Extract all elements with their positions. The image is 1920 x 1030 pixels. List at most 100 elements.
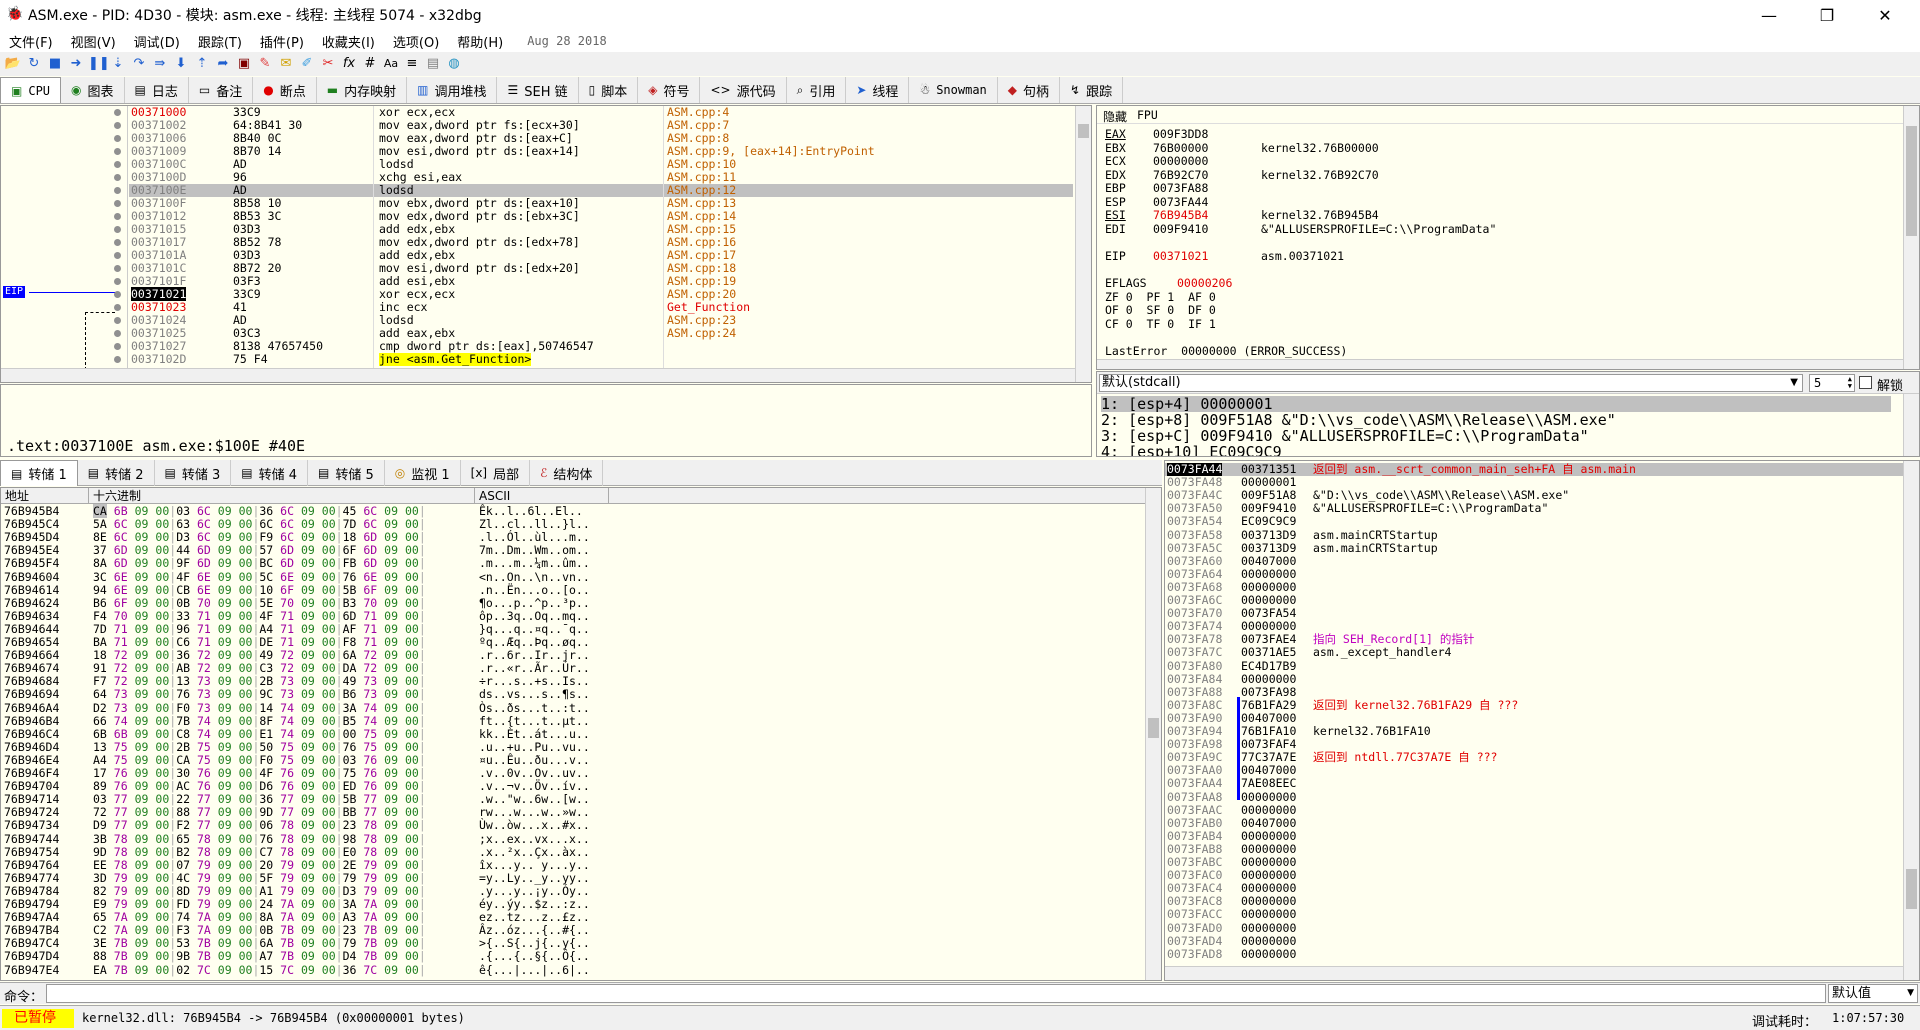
tab-call-stack[interactable]: ▥ 调用堆栈 [407, 77, 498, 103]
stack-row[interactable]: 0073FAB8 00000000 [1165, 842, 1903, 856]
stack-row[interactable]: 0073FA64 00000000 [1165, 567, 1903, 581]
tab-struct[interactable]: ℰ 结构体 [530, 460, 604, 486]
register-row[interactable]: EBP 0073FA88 [1105, 182, 1895, 195]
stack-row[interactable]: 0073FAC0 00000000 [1165, 869, 1903, 882]
stack-row[interactable]: 0073FA80 EC4D17B9 [1165, 659, 1903, 673]
tab-breakpoints[interactable]: ● 断点 [253, 77, 317, 103]
stack-row[interactable]: 0073FA78 0073FAE4 指向 SEH_Record[1] 的指针 [1165, 633, 1903, 646]
run-to-user-code-icon[interactable]: ➦ [214, 55, 232, 73]
tab-graph[interactable]: ◉ 图表 [61, 77, 125, 103]
disasm-row[interactable]: 00371024 AD lodsd ASM.cpp:23 [129, 314, 1073, 327]
menu-view[interactable]: 视图(V) [62, 32, 125, 51]
menu-options[interactable]: 选项(O) [384, 32, 448, 51]
stack-hscroll[interactable] [1165, 966, 1903, 980]
dump-row[interactable]: 76B94704 89 76 09 00|AC 76 09 00|D6 76 09… [1, 780, 641, 793]
menu-favourites[interactable]: 收藏夹(I) [313, 32, 384, 51]
dump-row[interactable]: 76B94604 3C 6E 09 00|4F 6E 09 00|5C 6E 09… [1, 570, 641, 584]
breakpoint-dot[interactable] [114, 265, 121, 272]
register-row[interactable]: EDX 76B92C70 kernel32.76B92C70 [1105, 168, 1895, 182]
disassembly-hscroll[interactable] [1, 368, 1075, 382]
trace-into-icon[interactable]: ⇛ [151, 55, 169, 73]
disasm-row[interactable]: 00371012 8B53 3C mov edx,dword ptr ds:[ebx… [129, 210, 1073, 223]
dump-row[interactable]: 76B94654 BA 71 09 00|C6 71 09 00|DE 71 09… [1, 636, 641, 649]
breakpoint-dot[interactable] [114, 148, 121, 155]
stack-row[interactable]: 0073FAAC 00000000 [1165, 803, 1903, 817]
dump-row[interactable]: 76B94714 03 77 09 00|22 77 09 00|36 77 09… [1, 793, 641, 806]
breakpoint-dot[interactable] [114, 317, 121, 324]
disasm-row[interactable]: 00371009 8B70 14 mov esi,dword ptr ds:[eax… [129, 145, 1073, 158]
disasm-row[interactable]: 0037101C 8B72 20 mov esi,dword ptr ds:[edx… [129, 262, 1073, 275]
breakpoint-dot[interactable] [114, 174, 121, 181]
breakpoint-dot[interactable] [114, 135, 121, 142]
tab-notes[interactable]: ▭ 备注 [189, 77, 254, 103]
disasm-row[interactable]: 00371023 41 inc ecx Get_Function [129, 301, 1073, 314]
disassembly-pane[interactable]: EIP 00371000 33C9 xor ecx,ecx ASM.cpp:4 0037… [0, 105, 1092, 383]
breakpoint-dot[interactable] [114, 304, 121, 311]
stack-row[interactable]: 0073FA4C 009F51A8 &"D:\\vs_code\\ASM\\Rele… [1165, 489, 1903, 502]
flags-row[interactable]: ZF 0 PF 1 AF 0 [1105, 290, 1216, 304]
register-row[interactable]: EBX 76B00000 kernel32.76B00000 [1105, 141, 1895, 155]
dump-row[interactable]: 76B94784 82 79 09 00|8D 79 09 00|A1 79 09… [1, 884, 641, 898]
hash-icon[interactable]: # [361, 55, 379, 73]
tab-dump-1[interactable]: ▤ 转储 1 [0, 460, 78, 486]
stack-row[interactable]: 0073FAC4 00000000 [1165, 882, 1903, 895]
breakpoint-dot[interactable] [114, 291, 121, 298]
stack-row[interactable]: 0073FACC 00000000 [1165, 908, 1903, 921]
dump-row[interactable]: 76B94624 B6 6F 09 00|0B 70 09 00|5E 70 09… [1, 596, 641, 610]
stack-row[interactable]: 0073FA9C 77C37A7E 返回到 ntdll.77C37A7E 自 ??? [1165, 751, 1903, 764]
tab-dump-2[interactable]: ▤ 转储 2 [78, 460, 155, 486]
breakpoint-dot[interactable] [114, 343, 121, 350]
stack-row[interactable]: 0073FA74 00000000 [1165, 620, 1903, 633]
registers-vscroll[interactable] [1903, 106, 1919, 369]
disasm-row[interactable]: 0037100C AD lodsd ASM.cpp:10 [129, 158, 1073, 171]
tab-dump-3[interactable]: ▤ 转储 3 [155, 460, 232, 486]
tab-seh-chain[interactable]: ☰ SEH 链 [497, 77, 579, 103]
stack-row[interactable]: 0073FA8C 76B1FA29 返回到 kernel32.76B1FA29 自 … [1165, 698, 1903, 712]
open-icon[interactable]: 📂 [4, 55, 22, 73]
register-row[interactable]: EDI 009F9410 &"ALLUSERSPROFILE=C:\\Program… [1105, 222, 1895, 236]
calling-convention-select[interactable]: 默认(stdcall) ▼ [1099, 374, 1803, 392]
dump-row[interactable]: 76B94634 F4 70 09 00|33 71 09 00|4F 71 09… [1, 609, 641, 623]
breakpoint-dot[interactable] [114, 226, 121, 233]
disasm-row[interactable]: 0037102D 75 F4 jne <asm.Get_Function> [129, 353, 1073, 366]
stack-pane[interactable]: 0073FA44 00371351 返回到 asm.__scrt_common_ma… [1164, 460, 1920, 981]
command-mode-select[interactable]: 默认值 ▼ [1828, 984, 1918, 1003]
stack-row[interactable]: 0073FA68 00000000 [1165, 580, 1903, 594]
minimize-button[interactable]: — [1740, 0, 1798, 30]
disasm-row[interactable]: 00371027 8138 47657450 cmp dword ptr ds:[e… [129, 340, 1073, 353]
trace-over-icon[interactable]: ⬇ [172, 55, 190, 73]
dump-row[interactable]: 76B94754 9D 78 09 00|B2 78 09 00|C7 78 09… [1, 845, 641, 859]
dump-row[interactable]: 76B946C4 6B 6B 09 00|C8 74 09 00|E1 74 09… [1, 727, 641, 741]
stack-row[interactable]: 0073FAB0 00407000 [1165, 816, 1903, 830]
stack-row[interactable]: 0073FA94 76B1FA10 kernel32.76B1FA10 [1165, 725, 1903, 738]
dump-row[interactable]: 76B94744 3B 78 09 00|65 78 09 00|76 78 09… [1, 832, 641, 846]
disasm-row[interactable]: 00371021 33C9 xor ecx,ecx ASM.cpp:20 [129, 287, 1073, 301]
dump-row[interactable]: 76B946A4 D2 73 09 00|F0 73 09 00|14 74 09… [1, 701, 641, 715]
registers-hscroll[interactable] [1097, 359, 1903, 369]
tab-threads[interactable]: ➤ 线程 [846, 77, 910, 103]
fpu-label[interactable]: FPU [1137, 108, 1158, 122]
stack-vscroll[interactable] [1903, 461, 1919, 980]
disassembly-vscroll[interactable] [1075, 106, 1091, 382]
menu-file[interactable]: 文件(F) [0, 32, 62, 51]
menu-trace[interactable]: 跟踪(T) [189, 32, 251, 51]
unlock-checkbox[interactable] [1859, 376, 1872, 389]
stack-row[interactable]: 0073FA84 00000000 [1165, 672, 1903, 686]
arguments-vscroll[interactable] [1903, 394, 1919, 456]
tab-log[interactable]: ▤ 日志 [125, 77, 189, 103]
comment-icon[interactable]: ✉ [277, 55, 295, 73]
label-icon[interactable]: ✐ [298, 55, 316, 73]
breakpoint-dot[interactable] [114, 252, 121, 259]
dump-row[interactable]: 76B946B4 66 74 09 00|7B 74 09 00|8F 74 09… [1, 714, 641, 728]
step-over-icon[interactable]: ↷ [130, 55, 148, 73]
stack-row[interactable]: 0073FA58 003713D9 asm.mainCRTStartup [1165, 528, 1903, 542]
list-icon[interactable]: ≡ [403, 55, 421, 73]
stack-row[interactable]: 0073FA7C 00371AE5 asm._except_handler4 [1165, 646, 1903, 659]
stack-row[interactable]: 0073FABC 00000000 [1165, 856, 1903, 869]
disasm-row[interactable]: 0037100D 96 xchg esi,eax ASM.cpp:11 [129, 171, 1073, 184]
maximize-button[interactable]: ❐ [1798, 0, 1856, 30]
tab-source[interactable]: <> 源代码 [700, 77, 787, 103]
font-icon[interactable]: Aa [382, 55, 400, 73]
dump-row[interactable]: 76B94764 EE 78 09 00|07 79 09 00|20 79 09… [1, 858, 641, 872]
stack-row[interactable]: 0073FA88 0073FA98 [1165, 685, 1903, 699]
